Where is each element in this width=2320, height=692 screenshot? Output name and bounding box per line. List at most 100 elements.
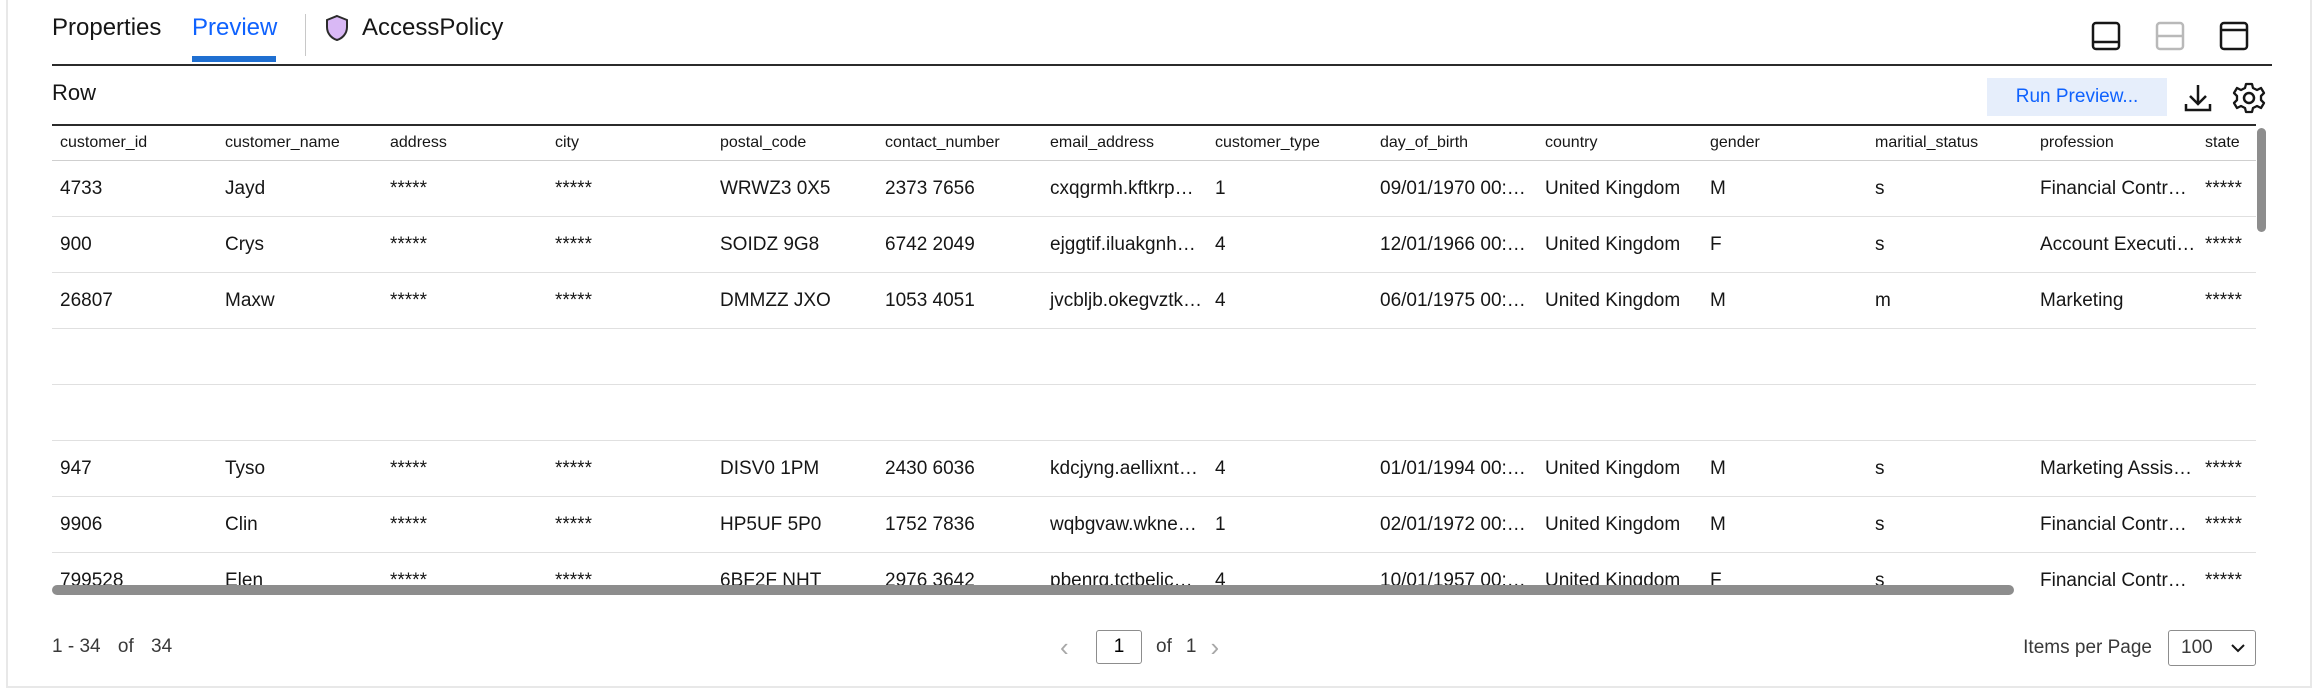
download-icon[interactable] — [2180, 80, 2216, 116]
items-per-page-value: 100 — [2181, 637, 2213, 658]
column-header[interactable]: state — [2197, 126, 2256, 161]
table-cell — [382, 328, 547, 385]
column-header[interactable]: contact_number — [877, 126, 1042, 161]
table-cell: 4 — [1207, 440, 1372, 497]
table-row[interactable]: 26807 Maxw ***** ***** DMMZZ JXO 1053 4051 jvc… — [52, 272, 2256, 329]
table-row[interactable] — [52, 384, 2256, 441]
table-cell — [877, 328, 1042, 385]
table-cell — [382, 384, 547, 441]
table-cell: 6742 2049 — [877, 216, 1042, 273]
column-header[interactable]: postal_code — [712, 126, 877, 161]
column-header[interactable]: city — [547, 126, 712, 161]
table-cell: ***** — [547, 216, 712, 273]
table-cell: ***** — [382, 272, 547, 329]
column-header[interactable]: address — [382, 126, 547, 161]
column-header[interactable]: country — [1537, 126, 1702, 161]
section-title: Row — [52, 80, 97, 105]
table-cell — [52, 328, 217, 385]
table-cell: ***** — [382, 160, 547, 217]
table-cell: 4 — [1207, 272, 1372, 329]
items-per-page-select[interactable]: 100 — [2168, 630, 2256, 666]
column-header[interactable]: day_of_birth — [1372, 126, 1537, 161]
table-cell: United Kingdom — [1537, 272, 1702, 329]
page-navigator: ‹ of 1 › — [1060, 630, 1232, 664]
table-cell: jvcbljb.okegvztk… — [1042, 272, 1207, 329]
layout-bottom-panel-icon[interactable] — [2090, 20, 2122, 52]
table-row[interactable]: 900 Crys ***** ***** SOIDZ 9G8 6742 2049 ejggt… — [52, 216, 2256, 273]
items-per-page-label: Items per Page — [2023, 637, 2152, 658]
table-cell: ***** — [547, 496, 712, 553]
active-tab-indicator — [192, 56, 276, 62]
table-cell: HP5UF 5P0 — [712, 496, 877, 553]
table-row[interactable]: 947 Tyso ***** ***** DISV0 1PM 2430 6036 kdcjy… — [52, 440, 2256, 497]
table-cell: 1752 7836 — [877, 496, 1042, 553]
layout-toggle-group — [2090, 20, 2250, 52]
table-cell — [1537, 328, 1702, 385]
table-cell: M — [1702, 440, 1867, 497]
table-cell: Financial Contro… — [2032, 496, 2197, 553]
table-cell: ***** — [2197, 272, 2256, 329]
table-cell: ejggtif.iluakgnh… — [1042, 216, 1207, 273]
layout-split-icon[interactable] — [2154, 20, 2186, 52]
table-cell — [2032, 328, 2197, 385]
table-cell: 06/01/1975 00:… — [1372, 272, 1537, 329]
table-row[interactable]: 4733 Jayd ***** ***** WRWZ3 0X5 2373 7656 cxqg… — [52, 160, 2256, 217]
table-cell: ***** — [382, 496, 547, 553]
table-cell: M — [1702, 496, 1867, 553]
table-cell — [2197, 328, 2256, 385]
table-cell: 12/01/1966 00:… — [1372, 216, 1537, 273]
layout-top-panel-icon[interactable] — [2218, 20, 2250, 52]
column-header[interactable]: gender — [1702, 126, 1867, 161]
vertical-scrollbar[interactable] — [2257, 128, 2266, 232]
table-cell — [712, 384, 877, 441]
table-cell: ***** — [2197, 216, 2256, 273]
preview-table: customer_id customer_name address city posta… — [52, 124, 2256, 592]
table-cell: ***** — [2197, 496, 2256, 553]
table-cell: wqbgvaw.wkne… — [1042, 496, 1207, 553]
chevron-down-icon — [2231, 644, 2245, 653]
table-cell: m — [1867, 272, 2032, 329]
column-header[interactable]: maritial_status — [1867, 126, 2032, 161]
table-cell — [1702, 384, 1867, 441]
tab-access-policy[interactable]: AccessPolicy — [324, 14, 503, 42]
tab-properties[interactable]: Properties — [52, 14, 161, 42]
table-cell: 01/01/1994 00:… — [1372, 440, 1537, 497]
table-cell: Financial Contro… — [2032, 160, 2197, 217]
table-cell: ***** — [547, 440, 712, 497]
table-cell: Maxw — [217, 272, 382, 329]
column-header[interactable]: customer_type — [1207, 126, 1372, 161]
table-cell — [877, 384, 1042, 441]
range-total: 34 — [151, 636, 173, 657]
chevron-right-icon[interactable]: › — [1210, 634, 1232, 660]
chevron-left-icon[interactable]: ‹ — [1060, 634, 1082, 660]
table-cell: cxqgrmh.kftkrp… — [1042, 160, 1207, 217]
table-cell — [1042, 384, 1207, 441]
table-row[interactable]: 9906 Clin ***** ***** HP5UF 5P0 1752 7836 wqbg… — [52, 496, 2256, 553]
table-cell: United Kingdom — [1537, 440, 1702, 497]
table-cell: 26807 — [52, 272, 217, 329]
tab-bar: Properties Preview AccessPolicy — [52, 0, 2272, 66]
settings-gear-icon[interactable] — [2231, 80, 2267, 116]
column-header[interactable]: customer_id — [52, 126, 217, 161]
table-cell: 2430 6036 — [877, 440, 1042, 497]
run-preview-button[interactable]: Run Preview... — [1987, 78, 2167, 116]
table-cell: WRWZ3 0X5 — [712, 160, 877, 217]
column-header[interactable]: email_address — [1042, 126, 1207, 161]
table-cell: Clin — [217, 496, 382, 553]
table-cell: s — [1867, 216, 2032, 273]
tab-divider — [305, 14, 306, 56]
table-cell: 947 — [52, 440, 217, 497]
page-of: of — [1156, 636, 1172, 657]
column-header[interactable]: customer_name — [217, 126, 382, 161]
column-header[interactable]: profession — [2032, 126, 2197, 161]
table-row[interactable] — [52, 328, 2256, 385]
pagination-bar: 1 - 34 of 34 ‹ of 1 › Items per Page 100 — [52, 630, 2256, 670]
page-number-input[interactable] — [1096, 630, 1142, 664]
table-cell: 4733 — [52, 160, 217, 217]
table-cell: ***** — [382, 440, 547, 497]
table-cell: ***** — [382, 216, 547, 273]
range-of: of — [117, 636, 134, 657]
table-cell: United Kingdom — [1537, 216, 1702, 273]
horizontal-scrollbar[interactable] — [52, 585, 2014, 595]
tab-preview[interactable]: Preview — [192, 14, 277, 42]
